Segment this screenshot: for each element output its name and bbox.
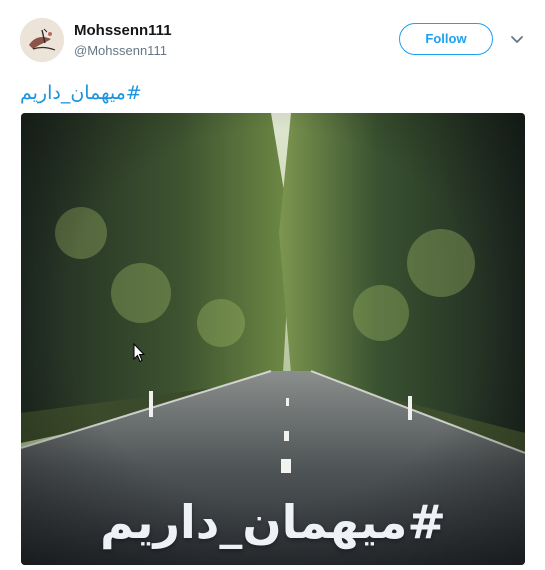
mouse-pointer-icon [133,342,146,363]
tweet-header: Mohssenn111 @Mohssenn111 Follow [20,18,530,64]
chevron-down-icon[interactable] [509,31,525,47]
user-handle[interactable]: @Mohssenn111 [74,42,172,60]
tweet-media-image[interactable]: #میهمان_داریم [21,113,525,565]
avatar[interactable] [20,18,64,62]
tweet-card: Mohssenn111 @Mohssenn111 Follow #میهمان_… [0,0,545,570]
hashtag-link[interactable]: #میهمان_داریم [20,80,142,106]
follow-button[interactable]: Follow [399,23,493,55]
display-name[interactable]: Mohssenn111 [74,22,172,40]
media-overlay-text: #میهمان_داریم [100,495,446,549]
user-info: Mohssenn111 @Mohssenn111 [74,22,172,60]
